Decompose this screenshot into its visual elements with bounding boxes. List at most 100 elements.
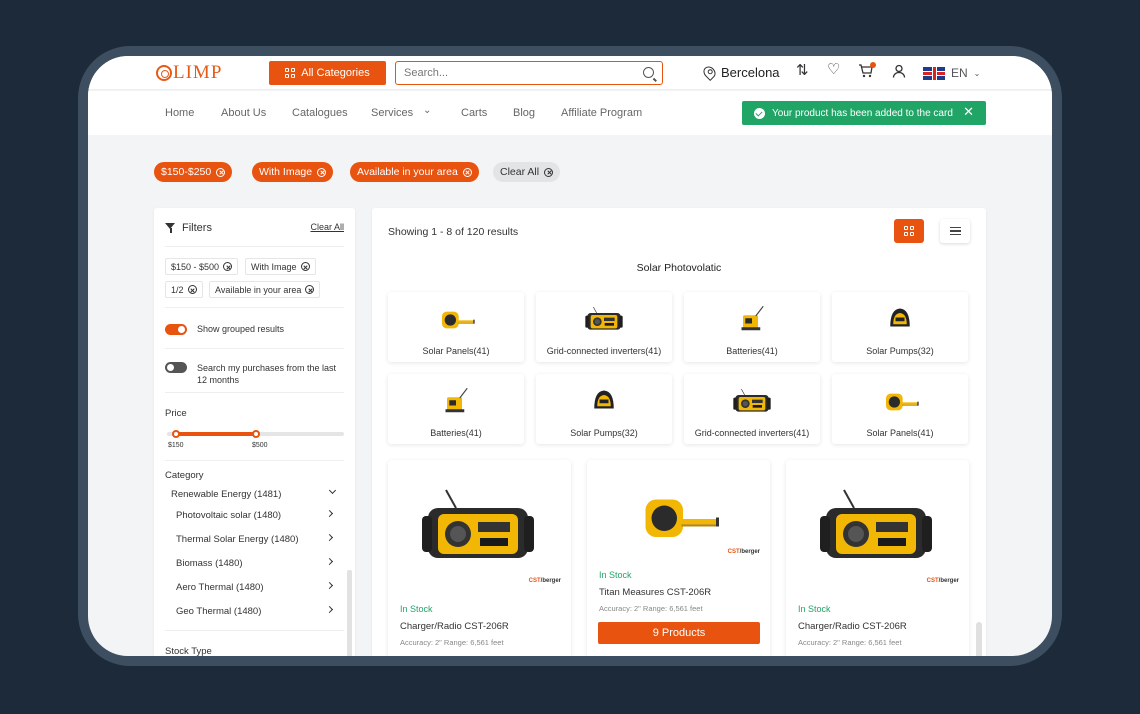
- price-max-value: $500: [252, 442, 268, 449]
- show-grouped-toggle[interactable]: [165, 324, 187, 335]
- category-parent-label: Renewable Energy (1481): [171, 489, 282, 500]
- category-item[interactable]: Photovoltaic solar (1480): [176, 509, 336, 521]
- language-selector[interactable]: EN ⌄: [923, 66, 980, 80]
- list-view-button[interactable]: [940, 219, 970, 243]
- nav-home[interactable]: Home: [165, 107, 194, 119]
- remove-tag-icon[interactable]: x: [223, 262, 233, 271]
- category-tile[interactable]: Grid-connected inverters(41): [684, 374, 820, 444]
- chevron-right-icon: [325, 533, 334, 542]
- brand-suffix: /berger: [540, 578, 561, 584]
- logo[interactable]: LIMP: [156, 62, 222, 84]
- nav-blog[interactable]: Blog: [513, 107, 535, 119]
- all-categories-button[interactable]: All Categories: [269, 61, 386, 85]
- top-header: LIMP All Categories Bercelona ⇅ ♡ EN ⌄: [88, 56, 1052, 90]
- category-label: Category: [165, 470, 204, 481]
- price-max-handle[interactable]: [251, 430, 260, 438]
- stock-status: In Stock: [400, 604, 433, 614]
- category-item[interactable]: Aero Thermal (1480): [176, 581, 336, 593]
- filter-tag[interactable]: 1/2x: [165, 281, 203, 298]
- check-circle-icon: [754, 107, 765, 119]
- toast-close-icon[interactable]: ✕: [963, 105, 974, 119]
- product-name[interactable]: Charger/Radio CST-206R: [400, 621, 509, 632]
- results-scrollbar[interactable]: [976, 622, 982, 656]
- helmet-icon: [880, 304, 920, 334]
- user-icon[interactable]: [892, 64, 906, 82]
- product-name[interactable]: Titan Measures CST-206R: [599, 587, 711, 598]
- nav-affiliate-program[interactable]: Affiliate Program: [561, 107, 642, 119]
- search-input[interactable]: [396, 62, 626, 84]
- product-card[interactable]: CST/berger In Stock Charger/Radio CST-20…: [786, 460, 969, 656]
- category-item-label: Aero Thermal (1480): [176, 582, 264, 593]
- chip-label: $150-$250: [161, 166, 212, 178]
- remove-tag-icon[interactable]: x: [187, 285, 197, 294]
- nav-about-us[interactable]: About Us: [221, 107, 266, 119]
- results-panel: Showing 1 - 8 of 120 results Solar Photo…: [372, 208, 986, 656]
- helmet-icon: [584, 386, 624, 416]
- sidebar-scrollbar[interactable]: [347, 570, 352, 656]
- products-count-button[interactable]: 9 Products: [598, 622, 760, 644]
- active-filter-chip[interactable]: Available in your area x: [350, 162, 479, 182]
- category-item-label: Geo Thermal (1480): [176, 606, 262, 617]
- search-purchases-toggle[interactable]: [165, 362, 187, 373]
- list-icon: [949, 227, 961, 235]
- section-title: Solar Photovolatic: [636, 262, 722, 274]
- remove-chip-icon[interactable]: x: [317, 167, 327, 177]
- filter-tag[interactable]: With Imagex: [245, 258, 316, 275]
- nav-carts[interactable]: Carts: [461, 107, 487, 119]
- clear-all-chip[interactable]: Clear All x: [493, 162, 561, 182]
- category-tile[interactable]: Solar Pumps(32): [536, 374, 672, 444]
- remove-tag-icon[interactable]: x: [305, 285, 315, 294]
- heart-icon[interactable]: ♡: [827, 62, 840, 78]
- product-card[interactable]: CST/berger In Stock Titan Measures CST-2…: [587, 460, 770, 656]
- grid-icon: [285, 68, 296, 78]
- price-label: Price: [165, 408, 187, 419]
- category-tile[interactable]: Solar Pumps(32): [832, 292, 968, 362]
- services-chevron-down-icon[interactable]: ⌄: [423, 105, 431, 116]
- grid-view-button[interactable]: [894, 219, 924, 243]
- radio-icon: [732, 386, 772, 416]
- chevron-right-icon: [325, 509, 334, 518]
- category-tile[interactable]: Solar Panels(41): [388, 292, 524, 362]
- category-item[interactable]: Thermal Solar Energy (1480): [176, 533, 336, 545]
- product-card[interactable]: CST/berger In Stock Charger/Radio CST-20…: [388, 460, 571, 656]
- chevron-right-icon: [325, 557, 334, 566]
- category-tile-label: Solar Panels(41): [422, 346, 490, 356]
- price-slider[interactable]: [167, 430, 344, 438]
- search-icon[interactable]: [643, 67, 654, 78]
- filter-tag[interactable]: Available in your areax: [209, 281, 321, 298]
- all-categories-label: All Categories: [301, 67, 370, 79]
- cart-icon[interactable]: [858, 62, 876, 82]
- category-item-label: Thermal Solar Energy (1480): [176, 534, 299, 545]
- price-min-handle[interactable]: [171, 430, 180, 438]
- product-image: [418, 484, 538, 568]
- filter-tag[interactable]: $150 - $500x: [165, 258, 239, 275]
- category-parent-item[interactable]: Renewable Energy (1481): [171, 486, 339, 500]
- nav-services[interactable]: Services: [371, 107, 413, 119]
- compare-arrows-icon[interactable]: ⇅: [796, 63, 809, 79]
- category-item[interactable]: Biomass (1480): [176, 557, 336, 569]
- category-tile-label: Batteries(41): [430, 428, 482, 438]
- category-tile[interactable]: Solar Panels(41): [832, 374, 968, 444]
- active-filter-chip[interactable]: $150-$250 x: [154, 162, 233, 182]
- sidebar-clear-all-link[interactable]: Clear All: [310, 222, 344, 232]
- nav-catalogues[interactable]: Catalogues: [292, 107, 348, 119]
- divider: [165, 348, 344, 349]
- remove-chip-icon[interactable]: x: [462, 167, 472, 177]
- brand-name: CST: [926, 578, 939, 584]
- brand-suffix: /berger: [938, 578, 959, 584]
- remove-chip-icon[interactable]: x: [216, 167, 226, 177]
- category-item[interactable]: Geo Thermal (1480): [176, 605, 336, 617]
- product-specs: Accuracy: 2" Range: 6,561 feet: [798, 638, 902, 647]
- remove-tag-icon[interactable]: x: [300, 262, 310, 271]
- clear-all-icon[interactable]: x: [544, 167, 554, 177]
- filters-title: Filters: [182, 222, 212, 234]
- location-selector[interactable]: Bercelona: [701, 64, 780, 81]
- category-tile[interactable]: Grid-connected inverters(41): [536, 292, 672, 362]
- results-count: Showing 1 - 8 of 120 results: [388, 226, 519, 238]
- active-filter-chip[interactable]: With Image x: [252, 162, 334, 182]
- category-tile[interactable]: Batteries(41): [684, 292, 820, 362]
- grid-icon: [904, 226, 914, 236]
- category-tile[interactable]: Batteries(41): [388, 374, 524, 444]
- cart-badge: [870, 62, 876, 68]
- product-name[interactable]: Charger/Radio CST-206R: [798, 621, 907, 632]
